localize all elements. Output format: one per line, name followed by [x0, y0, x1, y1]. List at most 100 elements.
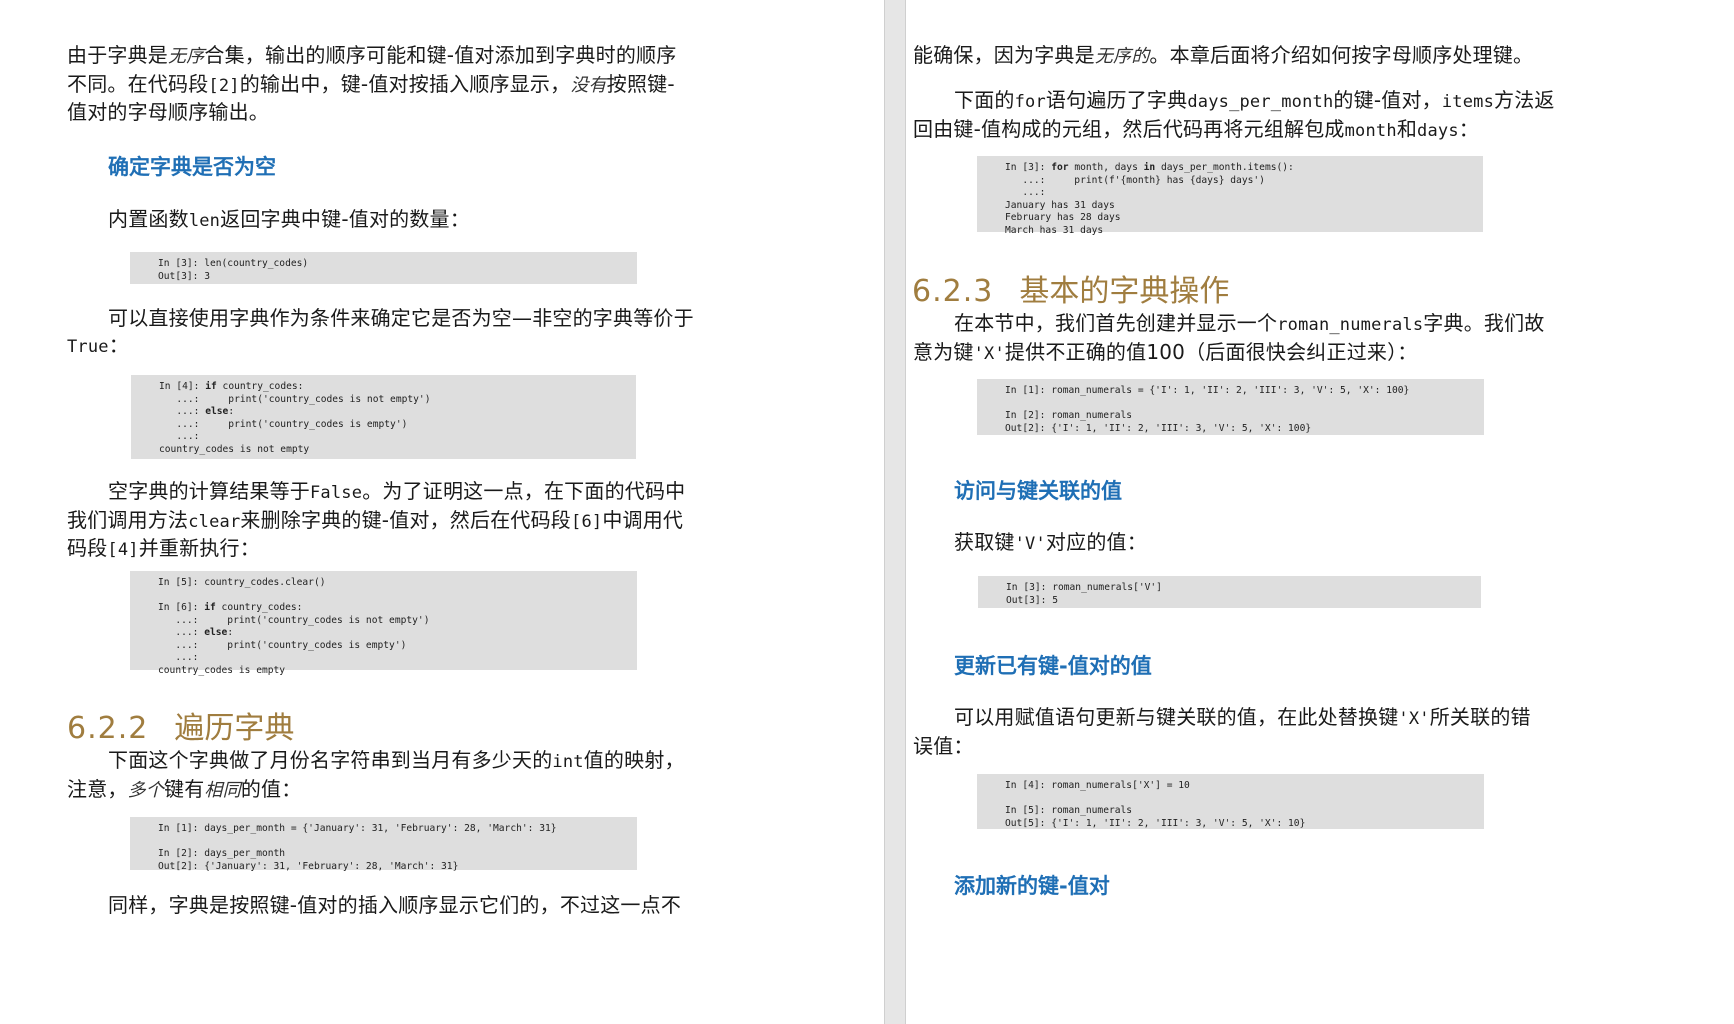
code-line: ...: print(f'{month} has {days} days') — [1005, 174, 1265, 186]
paragraph-dict-as-condition: 可以直接使用字典作为条件来确定它是否为空—非空的字典等价于 True： — [67, 305, 694, 360]
subheading-access-value: 访问与键关联的值 — [954, 479, 1122, 503]
paragraph-insertion-order: 同样，字典是按照键-值对的插入顺序显示它们的，不过这一点不 — [108, 893, 682, 917]
code-line: In [6]: if country_codes: — [158, 602, 303, 613]
inline-code: [4] — [107, 540, 139, 560]
text-segment: 提供不正确的值100（后面很快会纠正过来）： — [1004, 339, 1418, 364]
text-segment: 获取键 — [954, 530, 1015, 554]
code-keyword: else — [205, 406, 229, 417]
inline-code: clear — [188, 511, 241, 532]
code-block-for-items: In [3]: for month, days in days_per_mont… — [977, 156, 1483, 236]
code-line: Out[3]: 5 — [1006, 594, 1058, 606]
text-segment: ： — [1458, 116, 1479, 141]
inline-code: len — [188, 211, 221, 231]
text-segment: 按照键- — [606, 71, 675, 96]
paragraph-len: 内置函数len返回字典中键-值对的数量： — [108, 206, 470, 235]
code-line: In [3]: roman_numerals['V'] — [1006, 582, 1162, 593]
paragraph-assignment-update: 可以用赋值语句更新与键关联的值，在此处替换键'X'所关联的错 误值： — [913, 704, 1531, 759]
code-block-clear: In [5]: country_codes.clear() In [6]: if… — [130, 571, 637, 676]
text-segment: 下面的 — [954, 88, 1015, 112]
code-line: In [3]: for month, days in days_per_mont… — [1005, 162, 1294, 173]
code-line: In [3]: len(country_codes) — [158, 258, 309, 269]
text-segment: 在本节中，我们首先创建并显示一个 — [954, 311, 1278, 335]
inline-code: days_per_month — [1187, 92, 1334, 112]
paragraph-empty-false: 空字典的计算结果等于False。为了证明这一点，在下面的代码中 我们调用方法cl… — [67, 478, 685, 564]
paragraph-month-mapping: 下面这个字典做了月份名字符串到当月有多少天的int值的映射， 注意，多个键有相同… — [67, 747, 685, 804]
code-line: In [2]: roman_numerals — [1005, 410, 1133, 421]
code-line: ...: — [159, 431, 200, 442]
italic-text: 没有 — [570, 74, 607, 96]
text-segment: 码段 — [67, 536, 108, 560]
text-segment: 可以直接使用字典作为条件来确定它是否为空—非空的字典等价于 — [108, 306, 694, 330]
code-keyword: else — [204, 627, 228, 638]
text-segment: 值的映射， — [583, 748, 685, 772]
code-line: Out[3]: 3 — [158, 270, 210, 282]
code-line: ...: — [1005, 187, 1046, 198]
code-line: ...: print('country_codes is not empty') — [159, 393, 431, 405]
text-segment: 的值： — [240, 776, 302, 801]
code-keyword: if — [204, 602, 216, 613]
inline-code: True — [67, 336, 109, 357]
inline-code: for — [1014, 92, 1046, 112]
inline-code: 'X' — [1398, 709, 1430, 729]
code-line: March has 31 days — [1005, 224, 1104, 236]
text-segment: 中调用代 — [602, 507, 684, 532]
text-segment: 能确保，因为字典是 — [913, 43, 1095, 67]
code-lines: In [3]: len(country_codes) Out[3]: 3 — [158, 258, 627, 283]
code-block-get-v: In [3]: roman_numerals['V'] Out[3]: 5 — [978, 576, 1481, 608]
subheading-update-value: 更新已有键-值对的值 — [954, 654, 1152, 678]
paragraph-not-guaranteed: 能确保，因为字典是无序的。本章后面将介绍如何按字母顺序处理键。 — [913, 42, 1533, 71]
text-segment: 内置函数 — [108, 207, 189, 231]
text-segment: 返回字典中键-值对的数量： — [220, 207, 470, 231]
text-segment: 键有 — [164, 776, 205, 801]
italic-text: 无序 — [168, 46, 205, 67]
code-line: February has 28 days — [1005, 212, 1121, 223]
code-lines: In [3]: roman_numerals['V'] Out[3]: 5 — [1006, 582, 1471, 607]
text-segment: 方法返 — [1494, 88, 1555, 112]
code-line: In [4]: if country_codes: — [159, 381, 304, 392]
code-line: Out[2]: {'I': 1, 'II': 2, 'III': 3, 'V':… — [1005, 422, 1312, 434]
text-segment: 下面这个字典做了月份名字符串到当月有多少天的 — [108, 748, 553, 772]
code-keyword: in — [1143, 162, 1156, 173]
code-line: Out[2]: {'January': 31, 'February': 28, … — [158, 860, 459, 872]
code-keyword: if — [205, 381, 217, 392]
section-title: 基本的字典操作 — [1019, 274, 1230, 309]
code-line: In [5]: roman_numerals — [1005, 805, 1133, 816]
code-block-update-x: In [4]: roman_numerals['X'] = 10 In [5]:… — [977, 774, 1484, 829]
code-line: ...: else: — [158, 627, 234, 638]
text-segment: 我们调用方法 — [67, 507, 189, 532]
code-lines: In [4]: roman_numerals['X'] = 10 In [5]:… — [1005, 780, 1474, 830]
italic-text: 无序的 — [1094, 46, 1150, 67]
text-segment: 。本章后面将介绍如何按字母顺序处理键。 — [1149, 43, 1534, 67]
text-segment: ： — [108, 332, 129, 357]
inline-code: month — [1344, 120, 1397, 141]
code-lines: In [5]: country_codes.clear() In [6]: if… — [158, 577, 627, 677]
text-segment: 可以用赋值语句更新与键关联的值，在此处替换键 — [954, 705, 1399, 729]
text-segment: 意为键 — [913, 339, 974, 364]
code-block-if-empty: In [4]: if country_codes: ...: print('co… — [131, 375, 636, 459]
inline-code: False — [310, 483, 363, 503]
inline-code: 'X' — [973, 343, 1005, 364]
inline-code: [6] — [571, 511, 603, 532]
italic-text: 多个 — [127, 779, 165, 801]
subheading-add-pair: 添加新的键-值对 — [954, 874, 1110, 898]
text-segment: 注意， — [67, 776, 128, 801]
text-segment: 并重新执行： — [138, 536, 260, 560]
code-block-len: In [3]: len(country_codes) Out[3]: 3 — [130, 252, 637, 284]
text-segment: 。为了证明这一点，在下面的代码中 — [362, 479, 686, 503]
section-heading-6-2-3: 6.2.3 基本的字典操作 — [912, 266, 1229, 310]
inline-code: roman_numerals — [1277, 315, 1424, 335]
left-page: 由于字典是无序合集，输出的顺序可能和键-值对添加到字典时的顺序 不同。在代码段[… — [0, 0, 884, 1024]
code-line: ...: else: — [159, 406, 235, 417]
inline-code: 'V' — [1014, 534, 1046, 554]
text-segment: 回由键-值构成的元组，然后代码再将元组解包成 — [913, 116, 1345, 141]
text-segment: 不同。在代码段 — [67, 71, 209, 96]
code-line: ...: — [158, 652, 199, 663]
code-lines: In [3]: for month, days in days_per_mont… — [1005, 162, 1473, 237]
text-segment: 误值： — [913, 733, 974, 758]
code-lines: In [4]: if country_codes: ...: print('co… — [159, 381, 626, 456]
code-line: country_codes is empty — [158, 664, 286, 676]
text-segment: 合集，输出的顺序可能和键-值对添加到字典时的顺序 — [204, 43, 677, 67]
code-line: country_codes is not empty — [159, 443, 310, 455]
code-lines: In [1]: roman_numerals = {'I': 1, 'II': … — [1005, 385, 1474, 435]
section-heading-6-2-2: 6.2.2 遍历字典 — [67, 703, 294, 747]
